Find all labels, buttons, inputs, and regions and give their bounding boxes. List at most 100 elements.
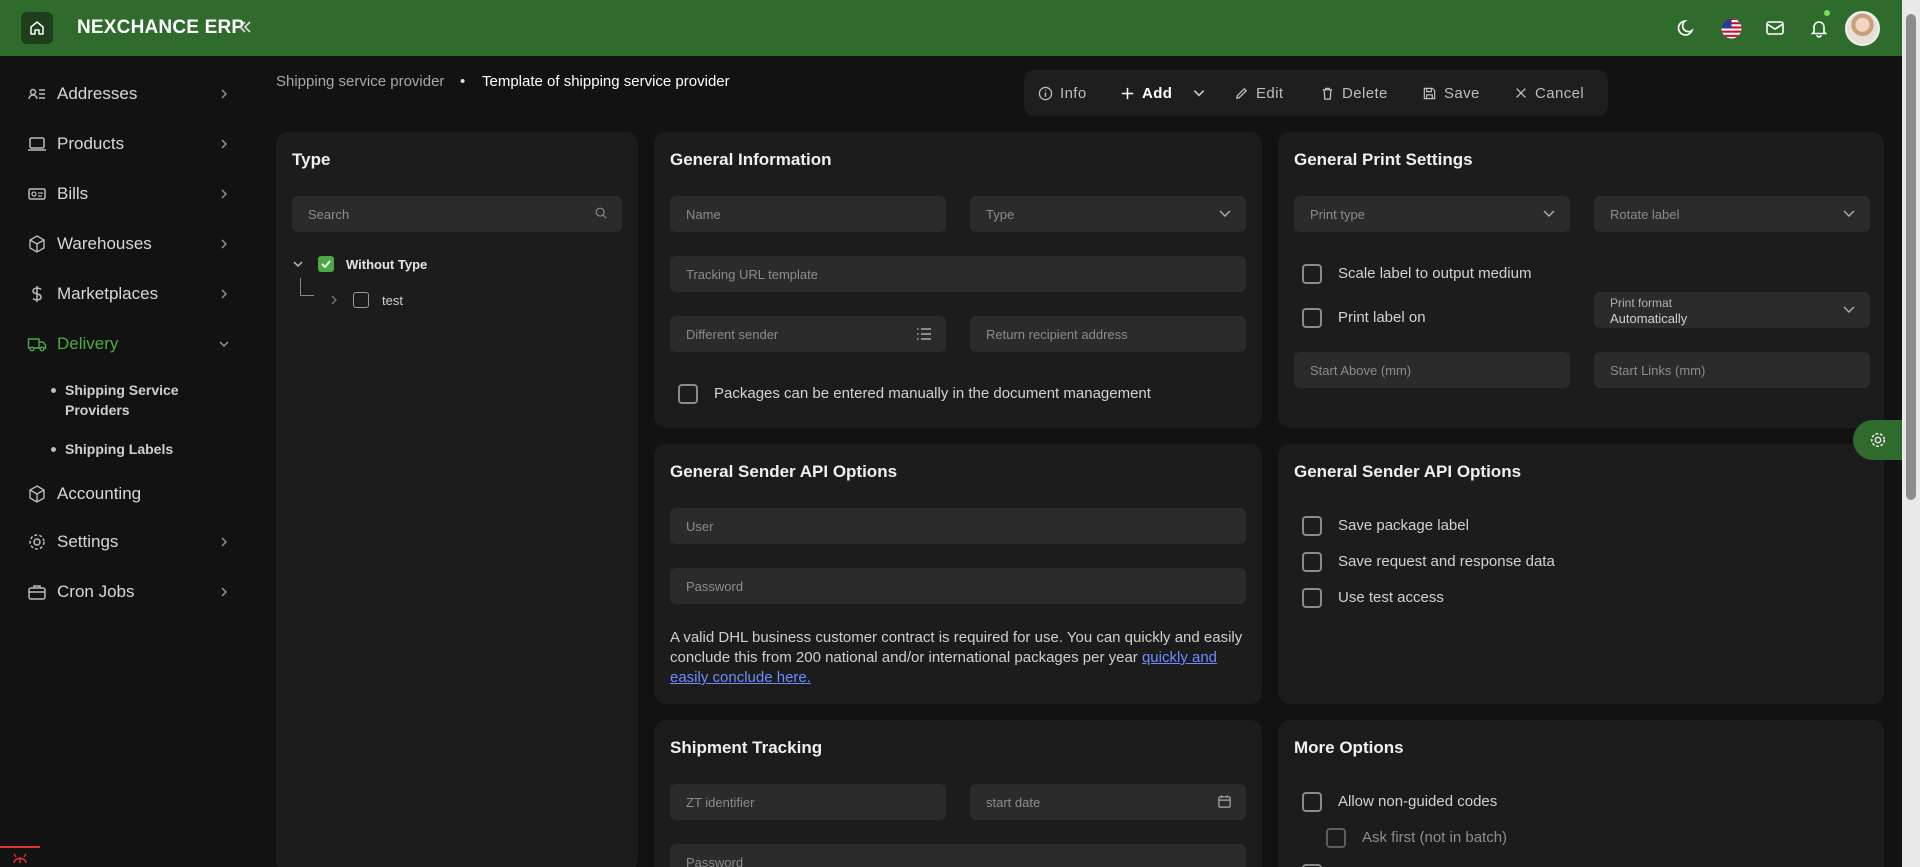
type-select[interactable]: Type (970, 196, 1246, 232)
page-scrollbar-thumb[interactable] (1906, 14, 1916, 500)
different-sender-input[interactable]: Different sender (670, 316, 946, 352)
delete-button[interactable]: Delete (1320, 70, 1388, 116)
notifications-button[interactable] (1807, 16, 1831, 40)
floating-settings-button[interactable] (1853, 420, 1902, 460)
save-button[interactable]: Save (1422, 70, 1480, 116)
search-placeholder: Search (308, 207, 350, 222)
sidebar-item-label: Bills (57, 184, 89, 203)
tree-checkbox-without-type[interactable] (318, 256, 334, 272)
start-above-placeholder: Start Above (mm) (1310, 363, 1412, 378)
home-button[interactable] (21, 12, 53, 44)
rotate-placeholder: Rotate label (1610, 207, 1680, 222)
sidebar-item-settings[interactable]: Settings (0, 520, 250, 564)
sidebar-item-label: Addresses (57, 84, 138, 103)
type-panel-title: Type (292, 150, 331, 169)
error-indicator[interactable] (0, 846, 40, 867)
box-icon (26, 233, 48, 255)
sidebar-item-bills[interactable]: Bills (0, 172, 250, 216)
zt-identifier-input[interactable]: ZT identifier (670, 784, 946, 820)
plus-icon (1121, 87, 1134, 99)
delete-label: Delete (1342, 84, 1388, 102)
start-links-input[interactable]: Start Links (mm) (1594, 352, 1870, 388)
start-above-input[interactable]: Start Above (mm) (1294, 352, 1570, 388)
allow-non-guided-codes-checkbox[interactable] (1302, 792, 1322, 812)
tree-label-test[interactable]: test (382, 293, 403, 308)
add-dropdown-button[interactable] (1192, 70, 1206, 116)
briefcase-icon (26, 581, 48, 603)
avatar[interactable] (1845, 11, 1880, 46)
name-placeholder: Name (686, 207, 721, 222)
breadcrumb-current: Template of shipping service provider (482, 73, 730, 90)
print-format-select[interactable]: Print format Automatically (1594, 292, 1870, 328)
home-icon (30, 21, 44, 35)
breadcrumb-separator: • (460, 73, 466, 90)
bullet (51, 388, 56, 393)
sidebar-item-marketplaces[interactable]: Marketplaces (0, 272, 250, 316)
edit-button[interactable]: Edit (1234, 70, 1283, 116)
mail-icon (1766, 21, 1784, 35)
scale-label-checkbox[interactable] (1302, 264, 1322, 284)
chevron-down-icon (293, 261, 303, 268)
tracking-url-input[interactable]: Tracking URL template (670, 256, 1246, 292)
api-user-input[interactable]: User (670, 508, 1246, 544)
tree-label-without-type[interactable]: Without Type (346, 257, 427, 272)
api-password-input[interactable]: Password (670, 568, 1246, 604)
collapse-sidebar-button[interactable] (237, 19, 253, 35)
tree-checkbox-test[interactable] (353, 292, 369, 308)
chevron-right-icon (218, 88, 230, 100)
cancel-button[interactable]: Cancel (1514, 70, 1584, 116)
sidebar-subitem-shipping-service-providers[interactable]: Shipping Service Providers (51, 380, 241, 420)
moon-icon (1677, 20, 1694, 36)
more-options-card: More Options Allow non-guided codes Ask … (1278, 720, 1884, 867)
theme-toggle-button[interactable] (1675, 16, 1699, 40)
sidebar-subitem-label: Shipping Service Providers (65, 382, 179, 418)
laptop-icon (26, 133, 48, 155)
chevron-down-icon (1193, 90, 1205, 97)
start-date-input[interactable]: start date (970, 784, 1246, 820)
cancel-label: Cancel (1535, 84, 1585, 102)
rotate-label-select[interactable]: Rotate label (1594, 196, 1870, 232)
tree-expand-toggle[interactable] (292, 258, 304, 270)
language-button[interactable] (1719, 16, 1743, 40)
sidebar-item-addresses[interactable]: Addresses (0, 72, 250, 116)
print-label-on-text: Print label on (1338, 309, 1426, 326)
bug-icon (13, 853, 27, 863)
tracking-password-input[interactable]: Password (670, 844, 1246, 867)
user-placeholder: User (686, 519, 714, 534)
sidebar-item-accounting[interactable]: Accounting (0, 472, 250, 516)
sidebar-item-label: Cron Jobs (57, 582, 135, 601)
messages-button[interactable] (1763, 16, 1787, 40)
manual-packages-label: Packages can be entered manually in the … (714, 385, 1151, 402)
use-test-access-text: Use test access (1338, 589, 1444, 606)
info-button[interactable]: Info (1038, 70, 1087, 116)
top-bar: NEXCHANCE ERP (0, 0, 1902, 56)
tree-expand-toggle[interactable] (328, 294, 340, 306)
sender-api-title: General Sender API Options (670, 462, 898, 481)
sidebar-item-products[interactable]: Products (0, 122, 250, 166)
app-title: NEXCHANCE ERP (77, 17, 245, 38)
return-recipient-input[interactable]: Return recipient address (970, 316, 1246, 352)
box-icon (26, 483, 48, 505)
save-request-response-checkbox[interactable] (1302, 552, 1322, 572)
add-button[interactable]: Add (1120, 70, 1172, 116)
print-type-select[interactable]: Print type (1294, 196, 1570, 232)
sidebar-item-warehouses[interactable]: Warehouses (0, 222, 250, 266)
chevron-down-icon (1842, 208, 1856, 220)
use-test-access-checkbox[interactable] (1302, 588, 1322, 608)
name-input[interactable]: Name (670, 196, 946, 232)
manual-packages-checkbox[interactable] (678, 384, 698, 404)
ask-first-checkbox[interactable] (1326, 828, 1346, 848)
dhl-contract-info: A valid DHL business customer contract i… (670, 628, 1250, 688)
breadcrumb-parent[interactable]: Shipping service provider (276, 73, 444, 90)
print-label-on-checkbox[interactable] (1302, 308, 1322, 328)
type-search-input[interactable]: Search (292, 196, 622, 232)
tracking-password-placeholder: Password (686, 855, 744, 867)
sidebar-subitem-shipping-labels[interactable]: Shipping Labels (51, 439, 241, 459)
calendar-icon[interactable] (1217, 794, 1232, 809)
chevron-right-icon (331, 295, 337, 305)
sidebar-item-cron-jobs[interactable]: Cron Jobs (0, 570, 250, 614)
sidebar-item-delivery[interactable]: Delivery (0, 322, 250, 366)
save-package-label-checkbox[interactable] (1302, 516, 1322, 536)
zt-placeholder: ZT identifier (686, 795, 755, 810)
general-print-settings-card: General Print Settings Print type Rotate… (1278, 132, 1884, 428)
